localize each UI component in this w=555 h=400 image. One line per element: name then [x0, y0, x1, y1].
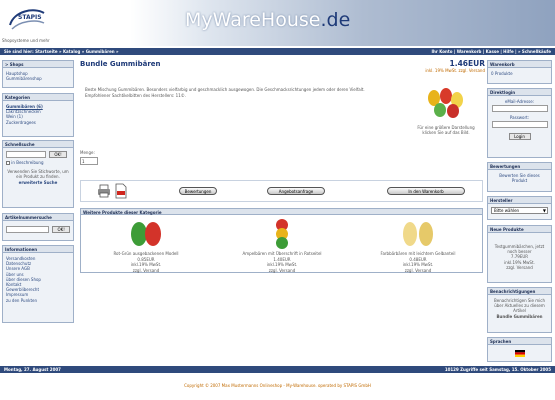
password-field[interactable] [491, 121, 548, 129]
german-flag-icon[interactable] [514, 350, 525, 357]
brand-tld: .de [320, 9, 351, 31]
top-links[interactable]: Ihr Konto | Warenkorb | Kasse | Hilfe | … [432, 49, 551, 54]
related-image[interactable] [270, 219, 294, 249]
product-vat: inkl. 19% MwSt. zzgl. Versand [425, 68, 485, 73]
reviews-button[interactable]: Bewertungen [179, 187, 217, 195]
product-title: Bundle Gummibären [80, 60, 161, 68]
new-product-ship: zzgl. Versand [506, 264, 533, 270]
header: STAPIS Shopsysteme und mehr MyWareHouse.… [0, 0, 555, 46]
manufacturer-select[interactable]: Bitte wählen ▼ [491, 207, 548, 214]
categories-title: Kategorien [3, 94, 73, 101]
advanced-search-link[interactable]: erweiterte Suche [6, 180, 70, 185]
top-navbar: Sie sind hier: Startseite » Katalog » Gu… [0, 48, 555, 55]
search-input[interactable] [6, 151, 46, 158]
info-box: Informationen Versandkosten Datenschutz … [2, 245, 74, 323]
brand-title: MyWareHouse.de [185, 9, 350, 31]
pdf-icon[interactable] [115, 183, 127, 199]
related-ship: zzgl. Versand [404, 267, 432, 273]
notify-text[interactable]: Benachrichtigen Sie mich über Aktuelles … [491, 298, 548, 314]
itemnumber-input[interactable] [6, 226, 50, 233]
password-label: Passwort: [509, 115, 530, 121]
product-price: 1.46EUR [449, 59, 486, 68]
logo-text: STAPIS [18, 14, 42, 21]
related-products: Rot-Grün ausgebackenen Modell 0.85EUR in… [80, 215, 483, 273]
new-products-title: Neue Produkte [488, 226, 551, 233]
category-zucker[interactable]: Zuckerdragees [6, 120, 70, 125]
itemnumber-ok-button[interactable]: OK! [52, 226, 70, 233]
login-title: Direktlogin [488, 89, 551, 96]
footer-bar: Montag, 27. August 2007 10129 Zugriffe s… [0, 366, 555, 373]
reviews-box: Bewertungen Bewerten Sie dieses Produkt [487, 162, 552, 192]
manufacturer-select-value: Bitte wählen [494, 208, 520, 213]
manufacturer-box: Hersteller Bitte wählen ▼ [487, 196, 552, 220]
page: STAPIS Shopsysteme und mehr MyWareHouse.… [0, 0, 555, 400]
product-description: Beste Mischung Gummibären. Besonders vie… [85, 87, 365, 98]
related-item[interactable]: Farbbärbären mit leichtem Gelbanteil 0.4… [363, 219, 473, 273]
copyright: Copyright © 2007 Max Mustermanns Onlines… [184, 383, 371, 388]
quantity-input[interactable]: 1 [80, 157, 98, 165]
shops-title: > Shops [3, 61, 73, 68]
related-image[interactable] [400, 219, 436, 249]
related-ship: zzgl. Versand [132, 267, 160, 273]
checkbox-label: in Beschreibung [11, 160, 44, 165]
info-link-points[interactable]: zu den Punkten [6, 298, 70, 303]
email-field[interactable] [491, 105, 548, 113]
itemnumber-title: Artikelnummersuche [3, 214, 73, 221]
add-to-cart-button[interactable]: In den Warenkorb [387, 187, 465, 195]
languages-box: Sprachen [487, 337, 552, 362]
new-products-box: Neue Produkte Testgummibärchen, jetzt no… [487, 225, 552, 283]
description-checkbox[interactable] [6, 161, 10, 165]
notify-product: Bundle Gummibären [496, 313, 543, 319]
related-title: Weitere Produkte dieser Kategorie [80, 208, 483, 215]
info-title: Informationen [3, 246, 73, 253]
chevron-down-icon: ▼ [542, 208, 546, 213]
related-ship: zzgl. Versand [268, 267, 296, 273]
related-item[interactable]: Ampelbären mit Überschrift in Rotseitel … [227, 219, 337, 273]
action-bar: Bewertungen Angebotsanfrage In den Waren… [80, 180, 483, 202]
related-image[interactable] [128, 219, 164, 249]
reviews-title: Bewertungen [488, 163, 551, 170]
footer-date: Montag, 27. August 2007 [4, 367, 61, 372]
search-ok-button[interactable]: OK! [49, 151, 67, 158]
login-box: Direktlogin eMail-Adresse: Passwort: Log… [487, 88, 552, 158]
related-item[interactable]: Rot-Grün ausgebackenen Modell 0.85EUR in… [91, 219, 201, 273]
search-hint: Verwenden Sie Stichworte, um ein Produkt… [7, 169, 69, 180]
new-product-name[interactable]: Testgummibärchen, jetzt noch besser [491, 244, 548, 254]
footer-counter: 10129 Zugriffe seit Samstag, 15. Oktober… [444, 367, 551, 372]
login-button[interactable]: Login [508, 133, 531, 141]
related-name[interactable]: Ampelbären mit Überschrift in Rotseitel [227, 251, 337, 257]
cart-count[interactable]: 0 Produkte [488, 68, 551, 79]
stapis-logo[interactable]: STAPIS [4, 5, 48, 35]
languages-title: Sprachen [488, 338, 551, 345]
image-caption: Für eine größere Darstellung klicken Sie… [417, 125, 475, 135]
product-image[interactable] [424, 86, 468, 120]
inquiry-button[interactable]: Angebotsanfrage [267, 187, 325, 195]
email-label: eMail-Adresse: [504, 99, 535, 104]
itemnumber-box: Artikelnummersuche OK! [2, 213, 74, 241]
quicksearch-title: Schnellsuche [3, 141, 73, 148]
notify-box: Benachrichtigungen Benachrichtigen Sie m… [487, 287, 552, 333]
quantity-label: Menge: [80, 150, 95, 155]
slogan: Shopsysteme und mehr [2, 38, 50, 43]
cart-box: Warenkorb 0 Produkte [487, 60, 552, 84]
manufacturer-title: Hersteller [488, 197, 551, 204]
notify-title: Benachrichtigungen [488, 288, 551, 295]
brand-main: MyWareHouse [185, 9, 321, 31]
shops-box: > Shops Hauptshop Gummibärenshop [2, 60, 74, 88]
breadcrumb[interactable]: Sie sind hier: Startseite » Katalog » Gu… [4, 49, 119, 54]
review-link[interactable]: Bewerten Sie dieses Produkt [488, 170, 551, 186]
print-icon[interactable] [97, 184, 111, 198]
shop-link-gummi[interactable]: Gummibärenshop [6, 76, 70, 81]
cart-title: Warenkorb [488, 61, 551, 68]
categories-box: Kategorien Gummibären (6) Lakritzschneck… [2, 93, 74, 137]
quicksearch-box: Schnellsuche OK! in Beschreibung Verwend… [2, 140, 74, 208]
